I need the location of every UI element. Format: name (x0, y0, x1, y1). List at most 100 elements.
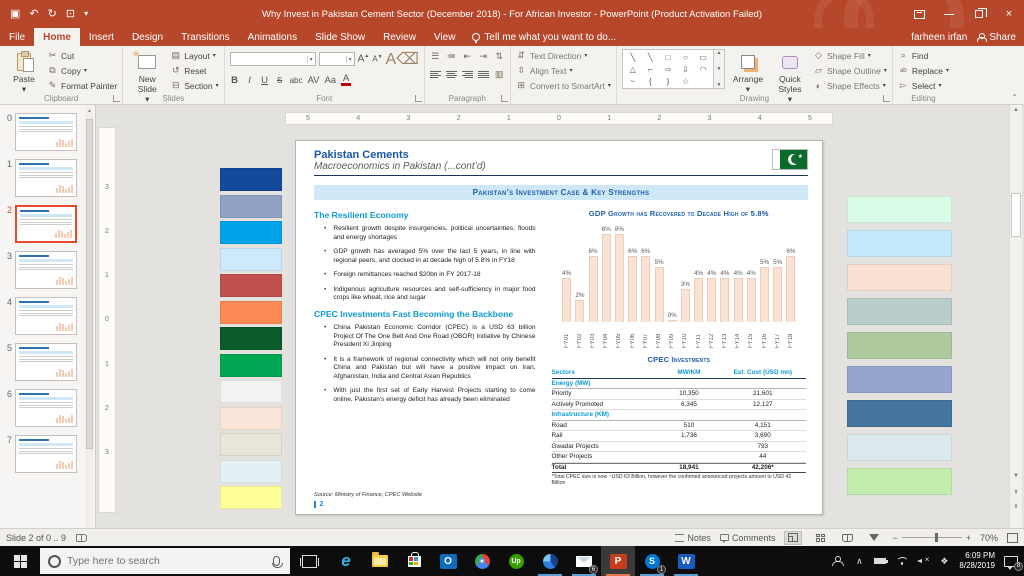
chart-bar[interactable] (694, 278, 703, 322)
shape-icon[interactable]: ⇨ (665, 65, 672, 74)
chart-bar[interactable] (734, 278, 743, 322)
start-button[interactable] (0, 546, 40, 576)
ribbon-display-options-button[interactable] (904, 0, 934, 28)
chevron-up-icon[interactable]: ∧ (853, 556, 865, 567)
notes-button[interactable]: Notes (675, 533, 711, 543)
restore-button[interactable] (964, 0, 994, 28)
search-input[interactable] (67, 555, 267, 567)
upwork-taskbar-button[interactable]: Up (499, 546, 533, 576)
chart-bar[interactable] (655, 267, 664, 322)
thumbnail-scrollbar[interactable]: ▲ (85, 105, 94, 528)
people-icon[interactable] (832, 556, 844, 566)
powerpoint-taskbar-button[interactable]: P (601, 546, 635, 576)
zoom-slider-thumb[interactable] (935, 533, 938, 542)
slide-thumbnail-4[interactable] (15, 297, 77, 335)
numbering-icon[interactable]: ≔ (446, 51, 457, 62)
menu-tab-insert[interactable]: Insert (80, 28, 123, 46)
mail-taskbar-button[interactable]: 6 (567, 546, 601, 576)
zoom-in-button[interactable]: + (966, 533, 971, 543)
menu-tab-slide-show[interactable]: Slide Show (306, 28, 374, 46)
chrome-taskbar-button[interactable] (465, 546, 499, 576)
color-swatch[interactable] (220, 248, 282, 271)
chart-bar[interactable] (668, 320, 677, 322)
shape-icon[interactable]: ╲ (630, 53, 635, 62)
slide-thumbnail-3[interactable] (15, 251, 77, 289)
collapse-ribbon-icon[interactable]: ⌃ (1011, 93, 1018, 102)
microphone-icon[interactable] (273, 556, 280, 566)
clear-formatting-icon[interactable]: A⌫ (386, 49, 419, 69)
color-swatch[interactable] (220, 327, 282, 350)
color-swatch[interactable] (220, 354, 282, 377)
chart-bar[interactable] (681, 289, 690, 322)
zoom-level[interactable]: 70% (980, 533, 998, 543)
dropbox-icon[interactable]: ❖ (938, 556, 950, 567)
taskbar-search[interactable] (40, 548, 290, 574)
color-swatch[interactable] (847, 434, 952, 461)
color-swatch[interactable] (220, 433, 282, 456)
shape-icon[interactable]: ~ (630, 77, 635, 86)
blue-app-taskbar-button[interactable] (533, 546, 567, 576)
scroll-up-icon[interactable]: ▲ (1010, 107, 1022, 113)
color-swatch[interactable] (220, 407, 282, 430)
slide-thumbnail-5[interactable] (15, 343, 77, 381)
scroll-down-icon[interactable]: ▼ (1010, 473, 1022, 479)
slideshow-icon[interactable]: ⊡ (66, 9, 75, 20)
shapes-gallery-scroll[interactable]: ▲▼▼ (714, 49, 725, 89)
font-dialog-launcher[interactable] (415, 95, 422, 102)
skype-taskbar-button[interactable]: S1 (635, 546, 669, 576)
cpec-investments-table[interactable]: SectorsMW/KMEst. Cost (USD mn)Energy (MW… (552, 368, 807, 473)
previous-slide-icon[interactable]: ⇞ (1010, 489, 1022, 496)
comments-button[interactable]: Comments (720, 533, 776, 543)
slide-thumbnail-1[interactable] (15, 159, 77, 197)
volume-muted-icon[interactable] (917, 557, 929, 566)
replace-button[interactable]: ᵃᵇReplace▾ (898, 64, 949, 77)
chart-bar[interactable] (628, 256, 637, 322)
signed-in-user[interactable]: farheen irfan (911, 32, 967, 43)
convert-to-smartart-button[interactable]: ⊞Convert to SmartArt▾ (516, 79, 611, 92)
align-text-button[interactable]: ⇳Align Text▾ (516, 64, 611, 77)
strikethrough-icon[interactable]: S (275, 76, 285, 85)
slide-thumbnail-6[interactable] (15, 389, 77, 427)
menu-tab-file[interactable]: File (0, 28, 34, 46)
shape-icon[interactable]: □ (666, 53, 671, 62)
scrollbar-thumb[interactable] (1011, 193, 1021, 237)
action-center-icon[interactable]: 8 (1004, 556, 1018, 567)
font-name-combobox[interactable]: ▾ (230, 52, 316, 66)
align-center-icon[interactable] (446, 71, 457, 78)
shape-icon[interactable]: ⌐ (648, 65, 653, 74)
shape-icon[interactable]: ☆ (682, 77, 689, 86)
font-size-combobox[interactable]: ▾ (319, 52, 355, 66)
menu-tab-home[interactable]: Home (34, 28, 80, 46)
file-explorer-taskbar-button[interactable] (363, 546, 397, 576)
slide-title[interactable]: Pakistan Cements (314, 149, 808, 161)
shapes-gallery[interactable]: ╲╲□○▭△⌐⇨⇩◠~{}☆ (622, 49, 714, 89)
close-button[interactable]: × (994, 0, 1024, 28)
chart-bar[interactable] (575, 300, 584, 322)
chart-bar[interactable] (641, 256, 650, 322)
shape-effects-button[interactable]: ◐Shape Effects▾ (813, 79, 887, 92)
color-swatch[interactable] (220, 301, 282, 324)
zoom-out-button[interactable]: − (892, 533, 897, 543)
store-taskbar-button[interactable] (397, 546, 431, 576)
underline-icon[interactable]: U (260, 75, 270, 86)
color-swatch[interactable] (847, 196, 952, 223)
battery-icon[interactable] (874, 558, 886, 564)
shape-icon[interactable]: } (667, 77, 670, 86)
menu-tab-animations[interactable]: Animations (239, 28, 306, 46)
color-swatch[interactable] (847, 230, 952, 257)
bullets-icon[interactable]: ☰ (430, 51, 441, 62)
decrease-indent-icon[interactable]: ⇤ (462, 51, 473, 62)
color-swatch[interactable] (220, 195, 282, 218)
vertical-scrollbar[interactable]: ▲ ▼ ⇞ ⇟ (1009, 105, 1022, 528)
color-swatch[interactable] (847, 366, 952, 393)
redo-icon[interactable]: ↻ (48, 9, 57, 20)
slide-thumbnail-2[interactable] (15, 205, 77, 243)
menu-tab-transitions[interactable]: Transitions (172, 28, 239, 46)
shape-icon[interactable]: ⇩ (682, 65, 689, 74)
drawing-dialog-launcher[interactable] (883, 95, 890, 102)
align-left-icon[interactable] (430, 71, 441, 78)
word-taskbar-button[interactable]: W (669, 546, 703, 576)
chart-bar[interactable] (760, 267, 769, 322)
color-swatch[interactable] (847, 400, 952, 427)
taskbar-clock[interactable]: 6:09 PM 8/28/2019 (959, 551, 995, 571)
